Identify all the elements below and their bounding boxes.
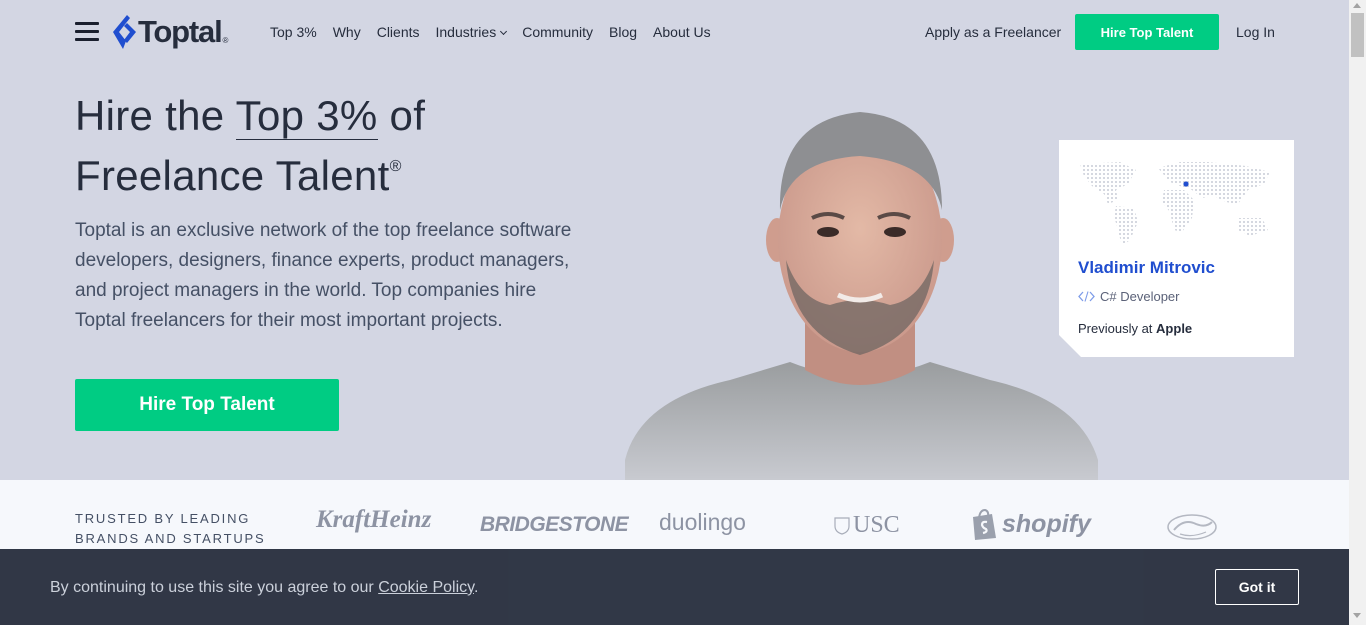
nav-blog[interactable]: Blog bbox=[609, 24, 637, 40]
bridgestone-logo: BRIDGESTONE bbox=[480, 513, 629, 536]
developer-portrait-image bbox=[625, 112, 1098, 480]
scroll-up-arrow-icon[interactable] bbox=[1353, 3, 1361, 8]
trusted-brands-strip: TRUSTED BY LEADING BRANDS AND STARTUPS K… bbox=[0, 480, 1349, 550]
previously-prefix: Previously at bbox=[1078, 321, 1157, 336]
toptal-logo-mark-icon bbox=[113, 15, 136, 49]
cavaliers-logo bbox=[1167, 514, 1217, 540]
apply-as-freelancer-link[interactable]: Apply as a Freelancer bbox=[925, 24, 1061, 40]
kraftheinz-logo: KraftHeinz bbox=[316, 506, 432, 533]
trusted-label: TRUSTED BY LEADING BRANDS AND STARTUPS bbox=[75, 511, 266, 546]
page-scrollbar[interactable] bbox=[1349, 0, 1366, 625]
nav-community[interactable]: Community bbox=[522, 24, 593, 40]
cookie-message: By continuing to use this site you agree… bbox=[50, 579, 478, 597]
usc-shield-icon bbox=[834, 516, 850, 535]
freelancer-role-label: C# Developer bbox=[1100, 289, 1180, 304]
previous-company: Apple bbox=[1156, 321, 1193, 336]
nav-about-us[interactable]: About Us bbox=[653, 24, 711, 40]
logo-text: Toptal bbox=[138, 14, 223, 49]
scroll-down-arrow-icon[interactable] bbox=[1353, 613, 1361, 618]
main-nav: Top 3% Why Clients Industries Community … bbox=[270, 24, 727, 40]
nav-clients[interactable]: Clients bbox=[377, 24, 420, 40]
freelancer-profile-card[interactable]: Vladimir Mitrovic C# Developer Previousl… bbox=[1059, 140, 1294, 357]
header-hire-top-talent-button[interactable]: Hire Top Talent bbox=[1075, 14, 1219, 50]
headline-post: of bbox=[377, 92, 426, 139]
scrollbar-thumb[interactable] bbox=[1351, 13, 1364, 57]
logo-registered-mark: ® bbox=[222, 35, 229, 45]
headline-pre: Hire the bbox=[75, 92, 236, 139]
cookie-policy-link[interactable]: Cookie Policy bbox=[378, 579, 474, 596]
duolingo-logo: duolingo bbox=[659, 509, 746, 535]
shopify-bag-icon bbox=[973, 508, 996, 540]
nav-industries-label: Industries bbox=[435, 24, 497, 40]
headline-emphasis: Top 3% bbox=[235, 92, 378, 140]
hero-hire-top-talent-button[interactable]: Hire Top Talent bbox=[75, 379, 339, 431]
nav-why[interactable]: Why bbox=[333, 24, 361, 40]
cookie-text-suffix: . bbox=[473, 579, 479, 596]
nav-industries[interactable]: Industries bbox=[435, 24, 508, 40]
shopify-logo-text: shopify bbox=[1002, 509, 1091, 538]
cookie-text-prefix: By continuing to use this site you agree… bbox=[50, 579, 379, 596]
toptal-logo[interactable]: Toptal ® bbox=[113, 14, 228, 50]
headline-registered-mark: ® bbox=[389, 158, 402, 175]
cookie-consent-bar: By continuing to use this site you agree… bbox=[0, 549, 1349, 625]
freelancer-role: C# Developer bbox=[1078, 289, 1180, 304]
world-map-image bbox=[1078, 160, 1274, 246]
usc-logo-text: USC bbox=[853, 512, 900, 538]
menu-hamburger-icon[interactable] bbox=[75, 20, 99, 44]
hero-headline: Hire the Top 3% of Freelance Talent® bbox=[75, 88, 615, 203]
hero-description: Toptal is an exclusive network of the to… bbox=[75, 220, 572, 331]
hero-section: Toptal ® Top 3% Why Clients Industries C… bbox=[0, 0, 1349, 480]
nav-top-3[interactable]: Top 3% bbox=[270, 24, 317, 40]
freelancer-name[interactable]: Vladimir Mitrovic bbox=[1078, 258, 1215, 278]
chevron-down-icon bbox=[500, 27, 508, 36]
usc-logo: USC bbox=[834, 512, 900, 539]
freelancer-previous-employer: Previously at Apple bbox=[1078, 321, 1192, 336]
cookie-accept-button[interactable]: Got it bbox=[1215, 569, 1299, 605]
code-icon bbox=[1078, 291, 1095, 302]
login-link[interactable]: Log In bbox=[1236, 24, 1275, 40]
shopify-logo: shopify bbox=[970, 508, 1091, 540]
headline-line2: Freelance Talent bbox=[75, 152, 390, 199]
